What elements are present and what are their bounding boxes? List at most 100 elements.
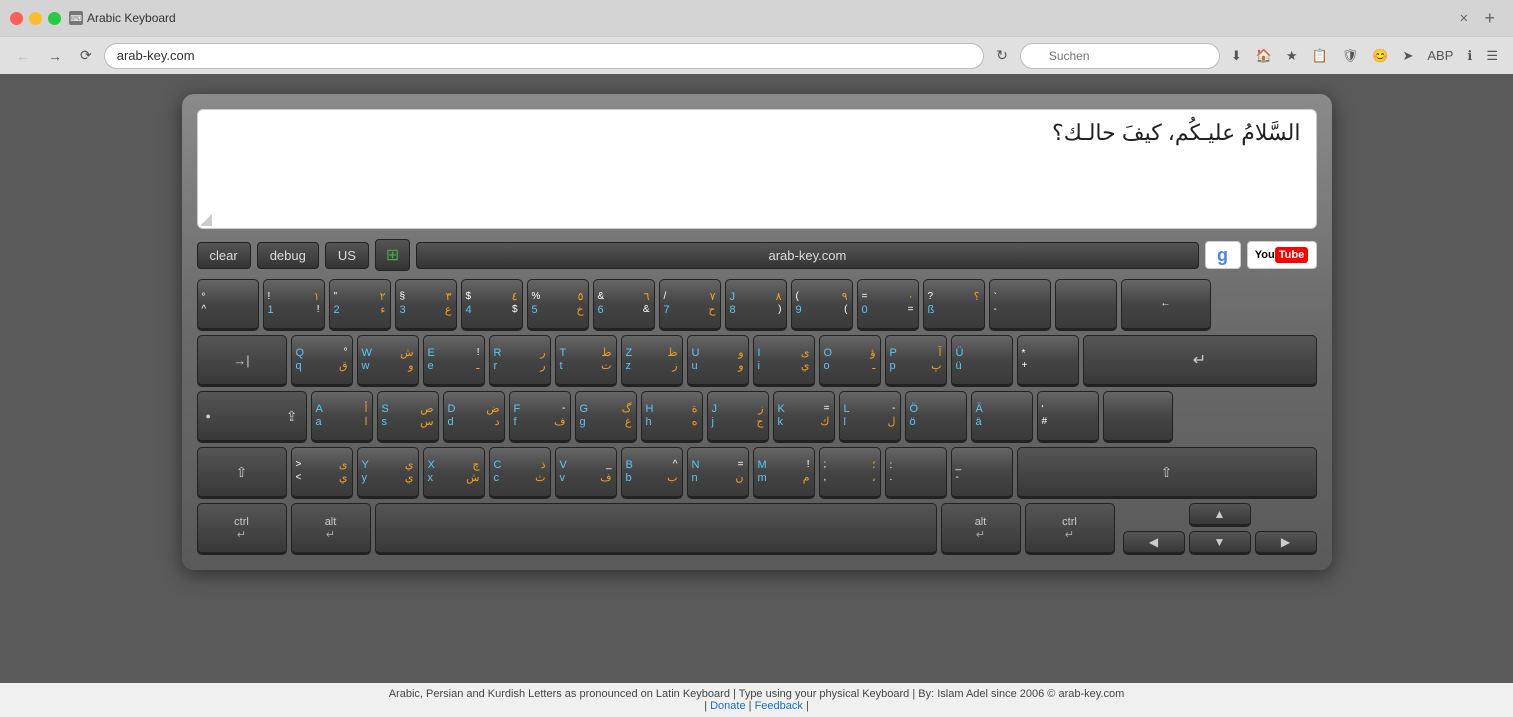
key-i[interactable]: Iى iي bbox=[753, 335, 815, 387]
ctrl-left-key[interactable]: ctrl ↵ bbox=[197, 503, 287, 555]
google-button[interactable]: g bbox=[1205, 241, 1241, 269]
footer: Arabic, Persian and Kurdish Letters as p… bbox=[0, 683, 1513, 717]
donate-link[interactable]: Donate bbox=[710, 700, 745, 712]
key-z[interactable]: Zظ zز bbox=[621, 335, 683, 387]
key-x[interactable]: Xچ xش bbox=[423, 447, 485, 499]
arrow-right-key[interactable]: ▶ bbox=[1255, 531, 1317, 555]
download-icon[interactable]: ⬇ bbox=[1226, 45, 1247, 67]
key-f[interactable]: F- fف bbox=[509, 391, 571, 443]
key-o[interactable]: Oؤ oـ bbox=[819, 335, 881, 387]
feedback-link[interactable]: Feedback bbox=[755, 700, 803, 712]
key-a[interactable]: Aأ aا bbox=[311, 391, 373, 443]
tab-close-button[interactable]: ✕ bbox=[1459, 12, 1468, 25]
home-button[interactable]: ⟳ bbox=[74, 43, 98, 68]
key-b[interactable]: B^ bب bbox=[621, 447, 683, 499]
key-q[interactable]: Q° qق bbox=[291, 335, 353, 387]
key-d[interactable]: Dض dد bbox=[443, 391, 505, 443]
maximize-button[interactable] bbox=[48, 12, 61, 25]
key-ae[interactable]: Ä ä bbox=[971, 391, 1033, 443]
key-ss[interactable]: ?؟ ß bbox=[923, 279, 985, 331]
settings-button[interactable]: ⊞ bbox=[375, 239, 410, 271]
key-t[interactable]: Tط tت bbox=[555, 335, 617, 387]
clear-button[interactable]: clear bbox=[197, 242, 251, 269]
key-7[interactable]: /٧ 7ح bbox=[659, 279, 721, 331]
key-e[interactable]: E! eـ bbox=[423, 335, 485, 387]
key-3[interactable]: §٣ 3ع bbox=[395, 279, 457, 331]
key-minus[interactable]: _ - bbox=[951, 447, 1013, 499]
menu-icon[interactable]: ☰ bbox=[1481, 45, 1503, 67]
key-l[interactable]: L- lل bbox=[839, 391, 901, 443]
youtube-button[interactable]: You Tube bbox=[1247, 241, 1317, 269]
minimize-button[interactable] bbox=[29, 12, 42, 25]
arrow-down-key[interactable]: ▼ bbox=[1189, 531, 1251, 555]
key-u[interactable]: Uو uو bbox=[687, 335, 749, 387]
forward-button[interactable]: → bbox=[42, 44, 68, 68]
key-9[interactable]: (٩ 9( bbox=[791, 279, 853, 331]
key-r[interactable]: Rر rر bbox=[489, 335, 551, 387]
key-5[interactable]: %٥ 5خ bbox=[527, 279, 589, 331]
back-button[interactable]: ← bbox=[10, 44, 36, 68]
key-ue[interactable]: Ü ü bbox=[951, 335, 1013, 387]
key-h[interactable]: Hة hه bbox=[641, 391, 703, 443]
key-j[interactable]: Jز jج bbox=[707, 391, 769, 443]
caps-lock-key[interactable]: ● ⇪ bbox=[197, 391, 307, 443]
key-comma[interactable]: ;؛ ,، bbox=[819, 447, 881, 499]
ctrl-right-key[interactable]: ctrl ↵ bbox=[1025, 503, 1115, 555]
key-4[interactable]: $٤ 4$ bbox=[461, 279, 523, 331]
arrow-up-key[interactable]: ▲ bbox=[1189, 503, 1251, 527]
text-area-content[interactable]: السَّلامُ عليـكُم، كيفَ حالـك؟ bbox=[213, 120, 1301, 146]
alt-right-key[interactable]: alt ↵ bbox=[941, 503, 1021, 555]
home-icon[interactable]: 🏠 bbox=[1251, 45, 1277, 67]
key-blank2[interactable] bbox=[1103, 391, 1173, 443]
key-2[interactable]: "٢ 2ء bbox=[329, 279, 391, 331]
key-blank[interactable] bbox=[1055, 279, 1117, 331]
key-c[interactable]: Cذ cث bbox=[489, 447, 551, 499]
backspace-key[interactable]: ← bbox=[1121, 279, 1211, 331]
key-6[interactable]: &٦ 6& bbox=[593, 279, 655, 331]
key-s[interactable]: Sص sس bbox=[377, 391, 439, 443]
debug-button[interactable]: debug bbox=[257, 242, 319, 269]
key-hash[interactable]: ' # bbox=[1037, 391, 1099, 443]
resize-handle[interactable] bbox=[200, 214, 212, 226]
shift-left-key[interactable]: ⇧ bbox=[197, 447, 287, 499]
close-button[interactable] bbox=[10, 12, 23, 25]
key-0[interactable]: =٠ 0= bbox=[857, 279, 919, 331]
key-k[interactable]: K= kك bbox=[773, 391, 835, 443]
shift-right-key[interactable]: ⇧ bbox=[1017, 447, 1317, 499]
history-icon[interactable]: 📋 bbox=[1307, 45, 1333, 67]
info-icon[interactable]: ℹ bbox=[1462, 45, 1477, 67]
refresh-button[interactable]: ↻ bbox=[990, 43, 1014, 68]
tab-key[interactable]: →| bbox=[197, 335, 287, 387]
key-n[interactable]: N= nن bbox=[687, 447, 749, 499]
key-y[interactable]: Yي yي bbox=[357, 447, 419, 499]
key-g[interactable]: Gگ gغ bbox=[575, 391, 637, 443]
key-v[interactable]: V_ vف bbox=[555, 447, 617, 499]
alt-left-key[interactable]: alt ↵ bbox=[291, 503, 371, 555]
key-8[interactable]: J٨ 8) bbox=[725, 279, 787, 331]
search-input[interactable] bbox=[1020, 43, 1220, 69]
key-w[interactable]: Wش wو bbox=[357, 335, 419, 387]
key-accent[interactable]: ` - bbox=[989, 279, 1051, 331]
key-1[interactable]: !١ 1! bbox=[263, 279, 325, 331]
key-m[interactable]: M! mم bbox=[753, 447, 815, 499]
settings-icon: ⊞ bbox=[386, 245, 399, 265]
bookmark-icon[interactable]: ★ bbox=[1281, 45, 1303, 67]
url-input[interactable] bbox=[104, 43, 984, 69]
key-oe[interactable]: Ö ö bbox=[905, 391, 967, 443]
space-key[interactable] bbox=[375, 503, 937, 555]
arrow-left-key[interactable]: ◀ bbox=[1123, 531, 1185, 555]
key-star[interactable]: * + bbox=[1017, 335, 1079, 387]
shield-icon[interactable]: 🛡 bbox=[1337, 45, 1364, 67]
emoji-icon[interactable]: 😊 bbox=[1367, 45, 1393, 67]
key-angle[interactable]: >ى <ي bbox=[291, 447, 353, 499]
send-icon[interactable]: ➤ bbox=[1397, 45, 1418, 67]
url-display-label: arab-key.com bbox=[416, 242, 1198, 269]
enter-key[interactable]: ↵ bbox=[1083, 335, 1317, 387]
key-period[interactable]: : . bbox=[885, 447, 947, 499]
extension-icon[interactable]: ABP bbox=[1422, 45, 1458, 66]
key-tilde[interactable]: ° ^ bbox=[197, 279, 259, 331]
key-p[interactable]: Pآ pپ bbox=[885, 335, 947, 387]
google-icon: g bbox=[1217, 245, 1228, 266]
layout-button[interactable]: US bbox=[325, 242, 369, 269]
new-tab-button[interactable]: + bbox=[1476, 4, 1503, 33]
